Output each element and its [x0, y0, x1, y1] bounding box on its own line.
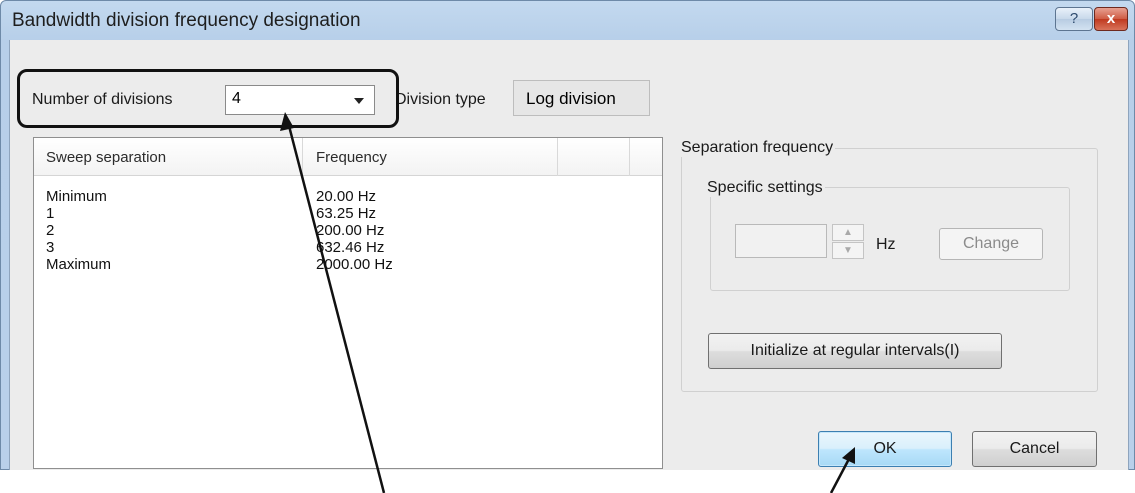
callout-arrow-ok [829, 447, 855, 493]
callout-arrow-divisions [280, 112, 386, 493]
callout-arrows [280, 112, 855, 493]
